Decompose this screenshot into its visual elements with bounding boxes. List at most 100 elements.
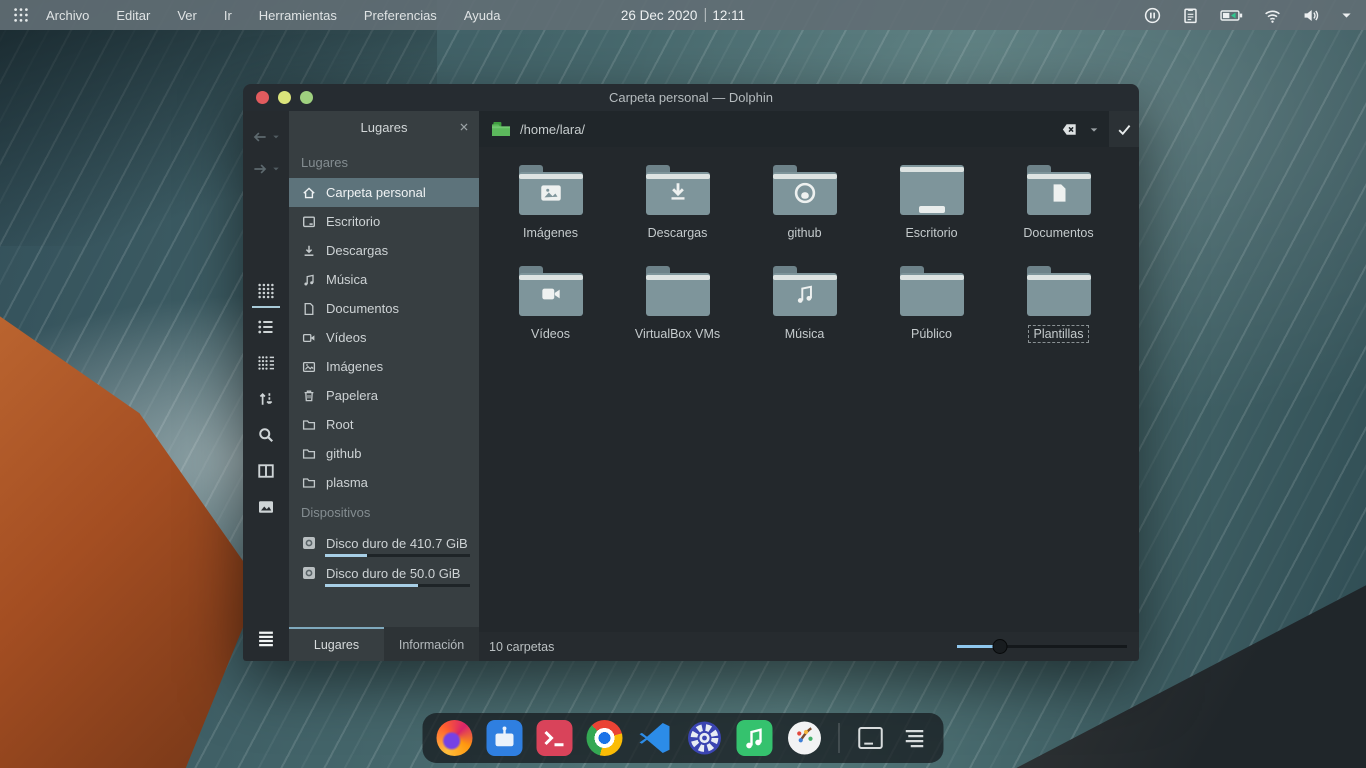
compact-view-button[interactable] xyxy=(256,353,276,373)
chrome-dock-icon[interactable] xyxy=(587,720,623,756)
list-view-button[interactable] xyxy=(256,317,276,337)
sidebar-item-papelera[interactable]: Papelera xyxy=(289,381,479,410)
places-panel: Lugares LugaresCarpeta personalEscritori… xyxy=(289,111,479,661)
titlebar[interactable]: Carpeta personal — Dolphin xyxy=(243,84,1139,111)
path-dropdown-icon[interactable] xyxy=(1088,123,1100,135)
battery-icon[interactable] xyxy=(1219,6,1244,25)
menu-herramientas[interactable]: Herramientas xyxy=(259,8,337,23)
accept-location-button[interactable] xyxy=(1109,111,1139,147)
volume-icon[interactable] xyxy=(1301,6,1320,25)
folder-plantillas[interactable]: Plantillas xyxy=(999,266,1119,343)
music-dock-icon[interactable] xyxy=(737,720,773,756)
folder-label: Documentos xyxy=(1018,224,1098,242)
folder-m-sica[interactable]: Música xyxy=(745,266,865,343)
tab-informacion[interactable]: Información xyxy=(384,627,479,661)
sidebar-item-descargas[interactable]: Descargas xyxy=(289,236,479,265)
menu-ver[interactable]: Ver xyxy=(177,8,197,23)
dock-apps xyxy=(437,720,823,756)
clear-path-icon[interactable] xyxy=(1060,120,1079,139)
sidebar-item-im-genes[interactable]: Imágenes xyxy=(289,352,479,381)
search-button[interactable] xyxy=(256,425,276,445)
folder-icon xyxy=(646,266,710,316)
back-button[interactable] xyxy=(251,128,269,146)
folder-p-blico[interactable]: Público xyxy=(872,266,992,343)
folder-escritorio[interactable]: Escritorio xyxy=(872,165,992,242)
zoom-slider-handle[interactable] xyxy=(992,639,1007,654)
settings-dock-icon[interactable] xyxy=(687,720,723,756)
grid-view-button[interactable] xyxy=(256,281,276,301)
sidebar-item-root[interactable]: Root xyxy=(289,410,479,439)
back-history-caret-icon[interactable] xyxy=(271,132,281,142)
video-icon xyxy=(301,330,317,346)
clock[interactable]: 26 Dec 2020 12:11 xyxy=(621,8,745,23)
sidebar-item-disco-duro-de-50-0-gib[interactable]: Disco duro de 50.0 GiB xyxy=(289,558,479,588)
sort-button[interactable] xyxy=(256,389,276,409)
image-emblem-icon xyxy=(538,180,564,206)
menu-ir[interactable]: Ir xyxy=(224,8,232,23)
forward-button[interactable] xyxy=(251,160,269,178)
firefox-dock-icon[interactable] xyxy=(437,720,473,756)
sidebar-item-plasma[interactable]: plasma xyxy=(289,468,479,497)
menu-ayuda[interactable]: Ayuda xyxy=(464,8,501,23)
zoom-slider[interactable] xyxy=(957,639,1127,654)
sidebar-item-github[interactable]: github xyxy=(289,439,479,468)
menu-editar[interactable]: Editar xyxy=(116,8,150,23)
sidebar-item-v-deos[interactable]: Vídeos xyxy=(289,323,479,352)
pause-icon[interactable] xyxy=(1143,6,1162,25)
disk-usage-bar xyxy=(325,584,470,587)
places-list: LugaresCarpeta personalEscritorioDescarg… xyxy=(289,143,479,627)
desktop-icon xyxy=(301,214,317,230)
sidebar-item-escritorio[interactable]: Escritorio xyxy=(289,207,479,236)
hamburger-menu-button[interactable] xyxy=(255,627,277,649)
github-emblem-icon xyxy=(792,180,818,206)
split-view-button[interactable] xyxy=(256,461,276,481)
menu-archivo[interactable]: Archivo xyxy=(46,8,89,23)
menu-preferencias[interactable]: Preferencias xyxy=(364,8,437,23)
folder-label: VirtualBox VMs xyxy=(630,325,725,343)
folder-label: Descargas xyxy=(643,224,713,242)
sidebar-item-disco-duro-de-410-7-gib[interactable]: Disco duro de 410.7 GiB xyxy=(289,528,479,558)
tasklist-dock-icon[interactable] xyxy=(900,723,930,753)
window-dock-icon[interactable] xyxy=(856,723,886,753)
path-text[interactable]: /home/lara/ xyxy=(520,122,1060,137)
forward-history-caret-icon[interactable] xyxy=(271,164,281,174)
close-panel-icon[interactable] xyxy=(457,120,471,134)
video-emblem-icon xyxy=(538,281,564,307)
folder-view[interactable]: Imágenes Descargas githubEscritorio Documen… xyxy=(479,147,1139,632)
folder-icon xyxy=(301,446,317,462)
maximize-window-button[interactable] xyxy=(300,91,313,104)
folder-im-genes[interactable]: Imágenes xyxy=(491,165,611,242)
sidebar-item-label: Papelera xyxy=(326,388,378,403)
dock-separator xyxy=(839,723,840,753)
folder-virtualbox-vms[interactable]: VirtualBox VMs xyxy=(618,266,738,343)
wifi-icon[interactable] xyxy=(1263,6,1282,25)
store-dock-icon[interactable] xyxy=(487,720,523,756)
toolbar-strip xyxy=(243,111,289,661)
app-launcher-icon[interactable] xyxy=(12,6,30,24)
document-emblem-icon xyxy=(1046,180,1072,206)
close-window-button[interactable] xyxy=(256,91,269,104)
terminal-dock-icon[interactable] xyxy=(537,720,573,756)
minimize-window-button[interactable] xyxy=(278,91,291,104)
vscode-dock-icon[interactable] xyxy=(637,720,673,756)
time-label: 12:11 xyxy=(712,8,745,23)
section-label-dispositivos: Dispositivos xyxy=(289,497,479,528)
clipboard-icon[interactable] xyxy=(1181,6,1200,25)
tab-lugares[interactable]: Lugares xyxy=(289,627,384,661)
location-bar[interactable]: /home/lara/ xyxy=(479,111,1139,147)
dolphin-window: Carpeta personal — Dolphin Lugares Lugar… xyxy=(243,84,1139,661)
sidebar-item-label: Disco duro de 50.0 GiB xyxy=(326,566,460,581)
folder-v-deos[interactable]: Vídeos xyxy=(491,266,611,343)
caret-down-icon[interactable] xyxy=(1339,6,1354,25)
preview-button[interactable] xyxy=(256,497,276,517)
sidebar-item-carpeta-personal[interactable]: Carpeta personal xyxy=(289,178,479,207)
sidebar-item-documentos[interactable]: Documentos xyxy=(289,294,479,323)
folder-github[interactable]: github xyxy=(745,165,865,242)
folder-documentos[interactable]: Documentos xyxy=(999,165,1119,242)
paint-dock-icon[interactable] xyxy=(787,720,823,756)
folder-icon xyxy=(301,475,317,491)
sidebar-item-m-sica[interactable]: Música xyxy=(289,265,479,294)
folder-descargas[interactable]: Descargas xyxy=(618,165,738,242)
folder-icon xyxy=(900,165,964,215)
folder-icon xyxy=(773,266,837,316)
